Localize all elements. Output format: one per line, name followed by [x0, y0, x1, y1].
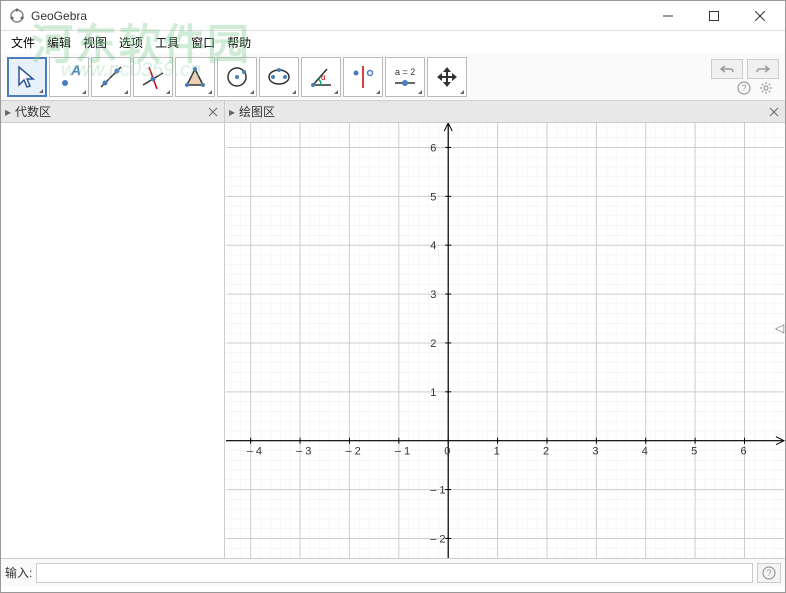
svg-text:3: 3: [592, 446, 598, 458]
svg-text:5: 5: [430, 191, 436, 203]
svg-text:4: 4: [430, 240, 436, 252]
menubar: 文件 编辑 视图 选项 工具 窗口 帮助: [1, 31, 785, 53]
app-icon: [9, 8, 25, 24]
menu-window[interactable]: 窗口: [185, 32, 221, 53]
graph-title: 绘图区: [239, 103, 275, 120]
tool-point[interactable]: A: [49, 57, 89, 97]
menu-view[interactable]: 视图: [77, 32, 113, 53]
gear-icon[interactable]: [759, 81, 773, 95]
tool-move[interactable]: [7, 57, 47, 97]
coordinate-plane[interactable]: – 4 – 3 – 2 – 1 0 1 2 3 4 5 6 – 2 – 1 1 2 3 4 5 6: [225, 123, 785, 558]
svg-text:– 4: – 4: [247, 446, 262, 458]
svg-text:A: A: [70, 63, 81, 78]
menu-file[interactable]: 文件: [5, 32, 41, 53]
tool-polygon[interactable]: [175, 57, 215, 97]
svg-text:– 3: – 3: [296, 446, 311, 458]
tool-slider[interactable]: a = 2: [385, 57, 425, 97]
tool-angle[interactable]: α: [301, 57, 341, 97]
svg-text:5: 5: [691, 446, 697, 458]
tool-circle[interactable]: [217, 57, 257, 97]
svg-text:1: 1: [430, 387, 436, 399]
svg-text:a = 2: a = 2: [395, 67, 415, 77]
toolbar: A α a = 2 ?: [1, 53, 785, 101]
menu-help[interactable]: 帮助: [221, 32, 257, 53]
algebra-panel: ▸ 代数区: [1, 101, 225, 558]
svg-text:?: ?: [767, 568, 772, 578]
svg-text:?: ?: [742, 83, 747, 93]
workspace: ▸ 代数区 ▸ 绘图区 – 4 – 3 – 2 – 1 0 1 2 3 4 5 6 – 2 – 1 1 2 3…: [1, 101, 785, 558]
graph-body[interactable]: – 4 – 3 – 2 – 1 0 1 2 3 4 5 6 – 2 – 1 1 2 3 4 5 6: [225, 123, 785, 558]
svg-text:6: 6: [740, 446, 746, 458]
graph-close-icon[interactable]: [767, 105, 781, 119]
undo-button[interactable]: [711, 59, 743, 79]
graph-panel: ▸ 绘图区 – 4 – 3 – 2 – 1 0 1 2 3 4 5 6 – 2 – 1 1 2 3 4 5 6 ◁: [225, 101, 785, 558]
menu-edit[interactable]: 编辑: [41, 32, 77, 53]
algebra-header[interactable]: ▸ 代数区: [1, 101, 224, 123]
triangle-right-icon: ▸: [5, 105, 11, 119]
side-expand-handle[interactable]: ◁: [775, 321, 785, 339]
svg-text:2: 2: [543, 446, 549, 458]
redo-button[interactable]: [747, 59, 779, 79]
svg-text:α: α: [321, 73, 326, 82]
svg-text:6: 6: [430, 142, 436, 154]
minimize-button[interactable]: [645, 1, 691, 31]
window-title: GeoGebra: [31, 9, 645, 23]
svg-text:4: 4: [642, 446, 648, 458]
algebra-title: 代数区: [15, 103, 51, 120]
tool-reflect[interactable]: [343, 57, 383, 97]
svg-text:– 2: – 2: [430, 533, 445, 545]
algebra-close-icon[interactable]: [206, 105, 220, 119]
svg-text:3: 3: [430, 289, 436, 301]
input-help-icon[interactable]: ?: [757, 563, 781, 583]
titlebar: GeoGebra: [1, 1, 785, 31]
graph-header[interactable]: ▸ 绘图区: [225, 101, 785, 123]
svg-text:– 1: – 1: [395, 446, 410, 458]
menu-options[interactable]: 选项: [113, 32, 149, 53]
menu-tools[interactable]: 工具: [149, 32, 185, 53]
svg-text:– 1: – 1: [430, 485, 445, 497]
svg-text:1: 1: [494, 446, 500, 458]
inputbar: 输入: ?: [1, 558, 785, 586]
tool-line[interactable]: [91, 57, 131, 97]
toolbar-right: ?: [711, 59, 779, 95]
svg-text:– 2: – 2: [345, 446, 360, 458]
algebra-body[interactable]: [1, 123, 224, 558]
tool-perpendicular[interactable]: [133, 57, 173, 97]
svg-text:0: 0: [444, 446, 450, 458]
maximize-button[interactable]: [691, 1, 737, 31]
input-label: 输入:: [5, 564, 32, 581]
tool-ellipse[interactable]: [259, 57, 299, 97]
close-button[interactable]: [737, 1, 783, 31]
command-input[interactable]: [36, 563, 753, 583]
svg-text:2: 2: [430, 338, 436, 350]
window-buttons: [645, 1, 783, 31]
help-icon[interactable]: ?: [737, 81, 751, 95]
tool-move-view[interactable]: [427, 57, 467, 97]
triangle-right-icon: ▸: [229, 105, 235, 119]
